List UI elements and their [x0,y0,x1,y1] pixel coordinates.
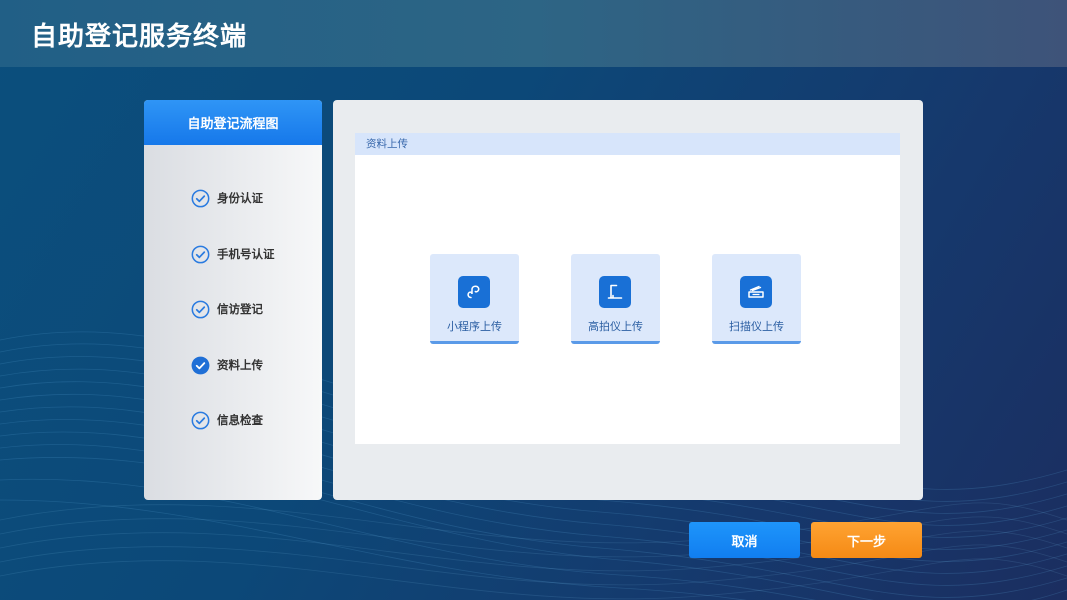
step-label: 手机号认证 [217,247,275,261]
step-identity-auth: 身份认证 [191,188,263,208]
check-circle-icon [191,189,210,207]
app-header: 自助登记服务终端 [0,0,1067,67]
document-camera-icon [599,276,631,308]
option-label: 扫描仪上传 [729,320,784,333]
mini-program-upload-button[interactable]: 小程序上传 [430,254,519,344]
step-petition-register: 信访登记 [191,299,263,319]
check-circle-icon [191,300,210,318]
upload-section: 资料上传 小程序上传 高拍仪上传 扫描仪上传 [355,133,900,444]
step-label: 资料上传 [217,358,263,372]
process-sidebar: 自助登记流程图 身份认证 手机号认证 信访登记 资料上传 信息检查 [144,100,322,500]
mini-program-icon [458,276,490,308]
step-info-check: 信息检查 [191,410,263,430]
section-title: 资料上传 [355,133,900,155]
sidebar-title: 自助登记流程图 [144,100,322,145]
step-material-upload: 资料上传 [191,355,263,375]
option-label: 小程序上传 [447,320,502,333]
check-circle-filled-icon [191,356,210,374]
check-circle-icon [191,245,210,263]
scanner-icon [740,276,772,308]
next-step-button[interactable]: 下一步 [811,522,922,558]
scanner-upload-button[interactable]: 扫描仪上传 [712,254,801,344]
document-camera-upload-button[interactable]: 高拍仪上传 [571,254,660,344]
option-label: 高拍仪上传 [588,320,643,333]
cancel-button[interactable]: 取消 [689,522,800,558]
main-panel: 资料上传 小程序上传 高拍仪上传 扫描仪上传 [333,100,923,500]
step-label: 身份认证 [217,191,263,205]
step-label: 信息检查 [217,413,263,427]
step-phone-auth: 手机号认证 [191,244,275,264]
step-label: 信访登记 [217,302,263,316]
app-title: 自助登记服务终端 [31,22,248,52]
check-circle-icon [191,411,210,429]
